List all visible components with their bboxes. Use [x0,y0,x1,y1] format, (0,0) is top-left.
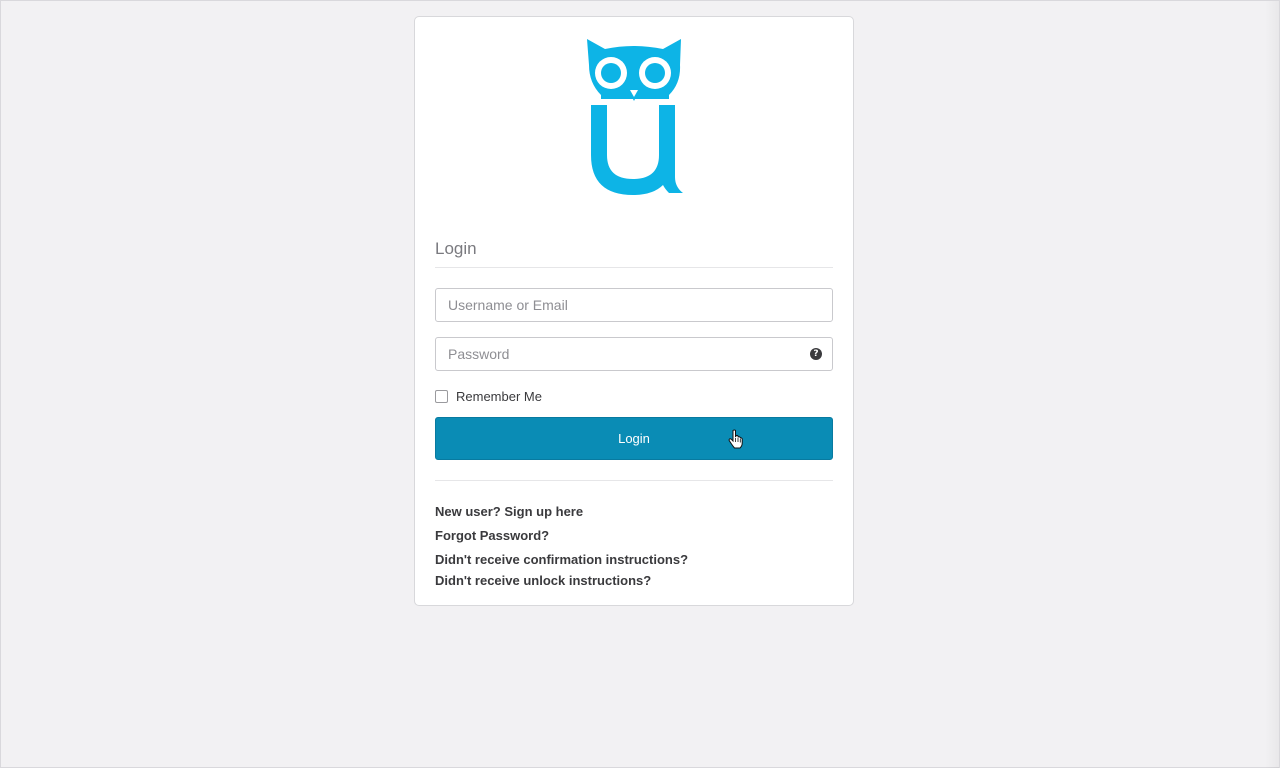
login-title: Login [435,239,477,258]
password-input[interactable] [435,337,833,371]
unlock-instructions-link[interactable]: Didn't receive unlock instructions? [435,573,651,588]
links-divider [435,480,833,481]
page: Login ? Remember Me Login New user? Sign… [0,0,1280,768]
forgot-password-link[interactable]: Forgot Password? [435,528,549,543]
hand-pointer-cursor-icon [728,429,743,449]
username-input[interactable] [435,288,833,322]
confirmation-instructions-link[interactable]: Didn't receive confirmation instructions… [435,552,688,567]
remember-me[interactable]: Remember Me [435,389,542,404]
login-card: Login ? Remember Me Login New user? Sign… [414,16,854,606]
remember-me-checkbox[interactable] [435,390,448,403]
login-button[interactable]: Login [435,417,833,460]
title-divider [435,267,833,268]
owl-logo-icon [587,39,683,195]
remember-me-label: Remember Me [456,389,542,404]
password-help-icon[interactable]: ? [810,348,822,360]
sign-up-link[interactable]: New user? Sign up here [435,504,583,519]
scroll-edge [1265,1,1279,768]
